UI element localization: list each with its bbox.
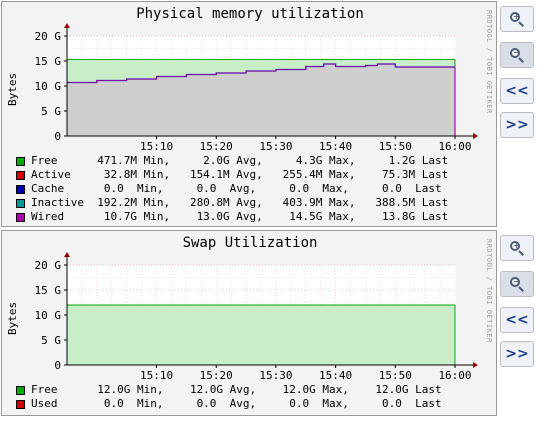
legend-swatch	[16, 399, 25, 409]
legend-item-cache: Cache 0.0 Min, 0.0 Avg, 0.0 Max, 0.0 Las…	[16, 182, 448, 196]
swap-y-axis-arrow	[64, 252, 70, 257]
zoom-in-icon: +	[510, 12, 524, 27]
next-period-button[interactable]: >>	[500, 341, 534, 367]
swap-y-tick-label: 20 G	[35, 259, 62, 272]
swap-free-area	[67, 305, 455, 365]
legend-swatch	[16, 385, 25, 395]
legend-item-free: Free 12.0G Min, 12.0G Avg, 12.0G Max, 12…	[16, 383, 442, 397]
memory-graph-panel: Physical memory utilization RRDTOOL / TO…	[1, 1, 497, 227]
swap-x-tick-label: 15:30	[259, 369, 292, 382]
legend-item-wired: Wired 10.7G Min, 13.0G Avg, 14.5G Max, 1…	[16, 210, 448, 224]
swap-x-axis-arrow	[473, 362, 478, 368]
memory-y-tick-label: 5 G	[41, 105, 61, 118]
legend-item-free: Free 471.7M Min, 2.0G Avg, 4.3G Max, 1.2…	[16, 154, 448, 168]
legend-text: Free 12.0G Min, 12.0G Avg, 12.0G Max, 12…	[31, 383, 442, 396]
memory-x-axis-arrow	[473, 133, 478, 139]
swap-legend: Free 12.0G Min, 12.0G Avg, 12.0G Max, 12…	[16, 383, 442, 411]
legend-item-active: Active 32.8M Min, 154.1M Avg, 255.4M Max…	[16, 168, 448, 182]
legend-text: Active 32.8M Min, 154.1M Avg, 255.4M Max…	[31, 168, 449, 181]
zoom-in-button[interactable]: +	[500, 6, 534, 32]
memory-x-tick-label: 15:20	[200, 140, 233, 153]
swap-x-tick-label: 15:50	[379, 369, 412, 382]
legend-swatch	[16, 198, 25, 208]
legend-text: Free 471.7M Min, 2.0G Avg, 4.3G Max, 1.2…	[31, 154, 449, 167]
memory-x-tick-label: 15:30	[259, 140, 292, 153]
legend-swatch	[16, 212, 25, 222]
legend-text: Cache 0.0 Min, 0.0 Avg, 0.0 Max, 0.0 Las…	[31, 182, 442, 195]
legend-text: Inactive 192.2M Min, 280.8M Avg, 403.9M …	[31, 196, 449, 209]
memory-y-tick-label: 10 G	[35, 80, 62, 93]
swap-y-tick-label: 0	[54, 359, 61, 372]
memory-x-tick-label: 16:00	[438, 140, 471, 153]
memory-y-tick-label: 15 G	[35, 55, 62, 68]
zoom-out-icon: −	[510, 48, 524, 63]
legend-swatch	[16, 184, 25, 194]
memory-y-tick-label: 0	[54, 130, 61, 143]
legend-swatch	[16, 170, 25, 180]
swap-graph-panel: Swap Utilization RRDTOOL / TOBI OETIKER …	[1, 230, 497, 416]
memory-x-tick-label: 15:50	[379, 140, 412, 153]
swap-y-tick-label: 15 G	[35, 284, 62, 297]
zoom-in-button[interactable]: +	[500, 235, 534, 261]
swap-y-tick-label: 5 G	[41, 334, 61, 347]
memory-legend: Free 471.7M Min, 2.0G Avg, 4.3G Max, 1.2…	[16, 154, 448, 224]
legend-text: Wired 10.7G Min, 13.0G Avg, 14.5G Max, 1…	[31, 210, 449, 223]
memory-x-tick-label: 15:40	[319, 140, 352, 153]
previous-period-button[interactable]: <<	[500, 307, 534, 333]
swap-x-tick-label: 16:00	[438, 369, 471, 382]
zoom-in-icon: +	[510, 241, 524, 256]
zoom-out-button[interactable]: −	[500, 271, 534, 297]
legend-text: Used 0.0 Min, 0.0 Avg, 0.0 Max, 0.0 Last	[31, 397, 442, 410]
legend-swatch	[16, 156, 25, 166]
next-period-button[interactable]: >>	[500, 112, 534, 138]
zoom-out-button[interactable]: −	[500, 42, 534, 68]
previous-period-button[interactable]: <<	[500, 78, 534, 104]
legend-item-used: Used 0.0 Min, 0.0 Avg, 0.0 Max, 0.0 Last	[16, 397, 442, 411]
legend-item-inactive: Inactive 192.2M Min, 280.8M Avg, 403.9M …	[16, 196, 448, 210]
swap-x-tick-label: 15:20	[200, 369, 233, 382]
swap-x-tick-label: 15:10	[140, 369, 173, 382]
zoom-out-icon: −	[510, 277, 524, 292]
swap-x-tick-label: 15:40	[319, 369, 352, 382]
swap-y-tick-label: 10 G	[35, 309, 62, 322]
memory-x-tick-label: 15:10	[140, 140, 173, 153]
memory-y-tick-label: 20 G	[35, 30, 62, 43]
memory-y-axis-arrow	[64, 23, 70, 28]
